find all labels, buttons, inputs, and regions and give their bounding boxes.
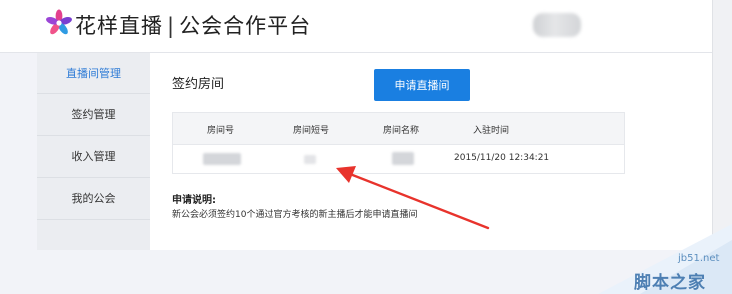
- corner-watermark-shape: [598, 224, 732, 294]
- page: 花样直播 | 公会合作平台 直播间管理 签约管理 收入管理 我的公会 签约房间 申请…: [0, 0, 732, 294]
- watermark-site: jb51.net: [678, 253, 720, 264]
- watermark-name: 脚本之家: [634, 273, 706, 293]
